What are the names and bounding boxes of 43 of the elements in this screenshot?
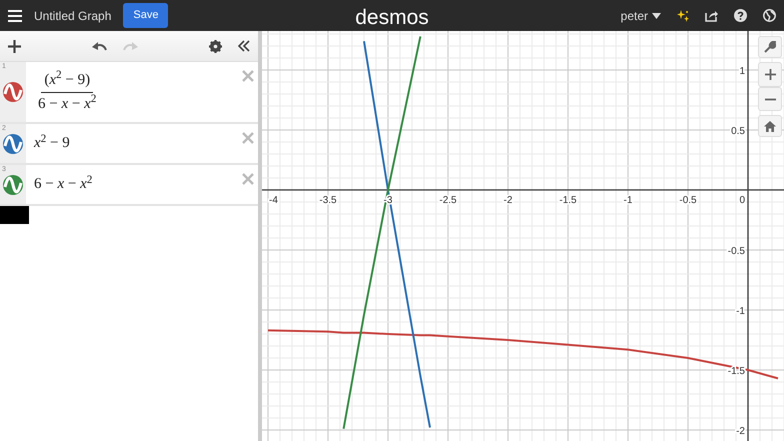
axis-tick-label: -2 [504, 194, 512, 206]
axis-tick-label: -1 [624, 194, 632, 206]
share-icon[interactable] [705, 10, 718, 22]
save-button[interactable]: Save [123, 3, 168, 28]
expression-formula[interactable]: 6 − x − x$^{2}$ [34, 173, 92, 196]
logo: desmos [355, 5, 429, 31]
tab-block [0, 206, 29, 224]
axis-tick-label: -4 [269, 194, 278, 206]
graph-color-icon[interactable] [3, 82, 23, 102]
graph-color-icon[interactable] [3, 134, 23, 154]
help-icon[interactable] [734, 9, 747, 22]
axis-tick-label: 1 [739, 66, 745, 77]
home-button[interactable] [758, 115, 782, 137]
zoom-in-button[interactable] [758, 62, 782, 87]
axis-tick-label: 0 [739, 194, 745, 206]
axis-tick-label: -0.5 [728, 246, 745, 257]
caret-icon[interactable] [652, 12, 661, 18]
graph-title[interactable]: Untitled Graph [34, 6, 112, 24]
user-menu[interactable]: peter [620, 6, 648, 24]
wrench-icon[interactable] [764, 41, 776, 53]
axis-tick-label: -1.5 [559, 194, 577, 206]
axis-tick-label: -3.5 [319, 194, 337, 206]
axis-tick-label: -1.5 [728, 366, 745, 377]
axis-tick-label: -2 [736, 426, 745, 437]
axis-tick-label: 0.5 [731, 126, 745, 137]
expression-formula[interactable]: x$^{2}$ − 9 [34, 132, 70, 155]
sparkle-icon[interactable] [677, 10, 689, 22]
graph-settings-button[interactable] [758, 36, 782, 58]
axis-tick-label: -2.5 [439, 194, 457, 206]
settings-icon[interactable] [209, 40, 222, 52]
axis-tick-label: -1 [736, 306, 745, 317]
home-icon[interactable] [764, 120, 776, 132]
expression-formula[interactable]: (x$^{2}$ − 9) 6 − x − x$^{2}$ [38, 69, 96, 115]
axis-tick-label: -3 [384, 194, 392, 206]
graph-color-icon[interactable] [3, 174, 23, 194]
menu-icon[interactable] [8, 10, 22, 22]
collapse-icon[interactable] [238, 40, 250, 52]
zoom-out-button[interactable] [758, 87, 782, 111]
undo-icon[interactable] [92, 41, 107, 51]
globe-icon[interactable] [763, 9, 776, 22]
add-icon[interactable] [8, 40, 21, 52]
plus-icon[interactable] [764, 69, 776, 80]
axis-tick-label: -0.5 [679, 194, 697, 206]
